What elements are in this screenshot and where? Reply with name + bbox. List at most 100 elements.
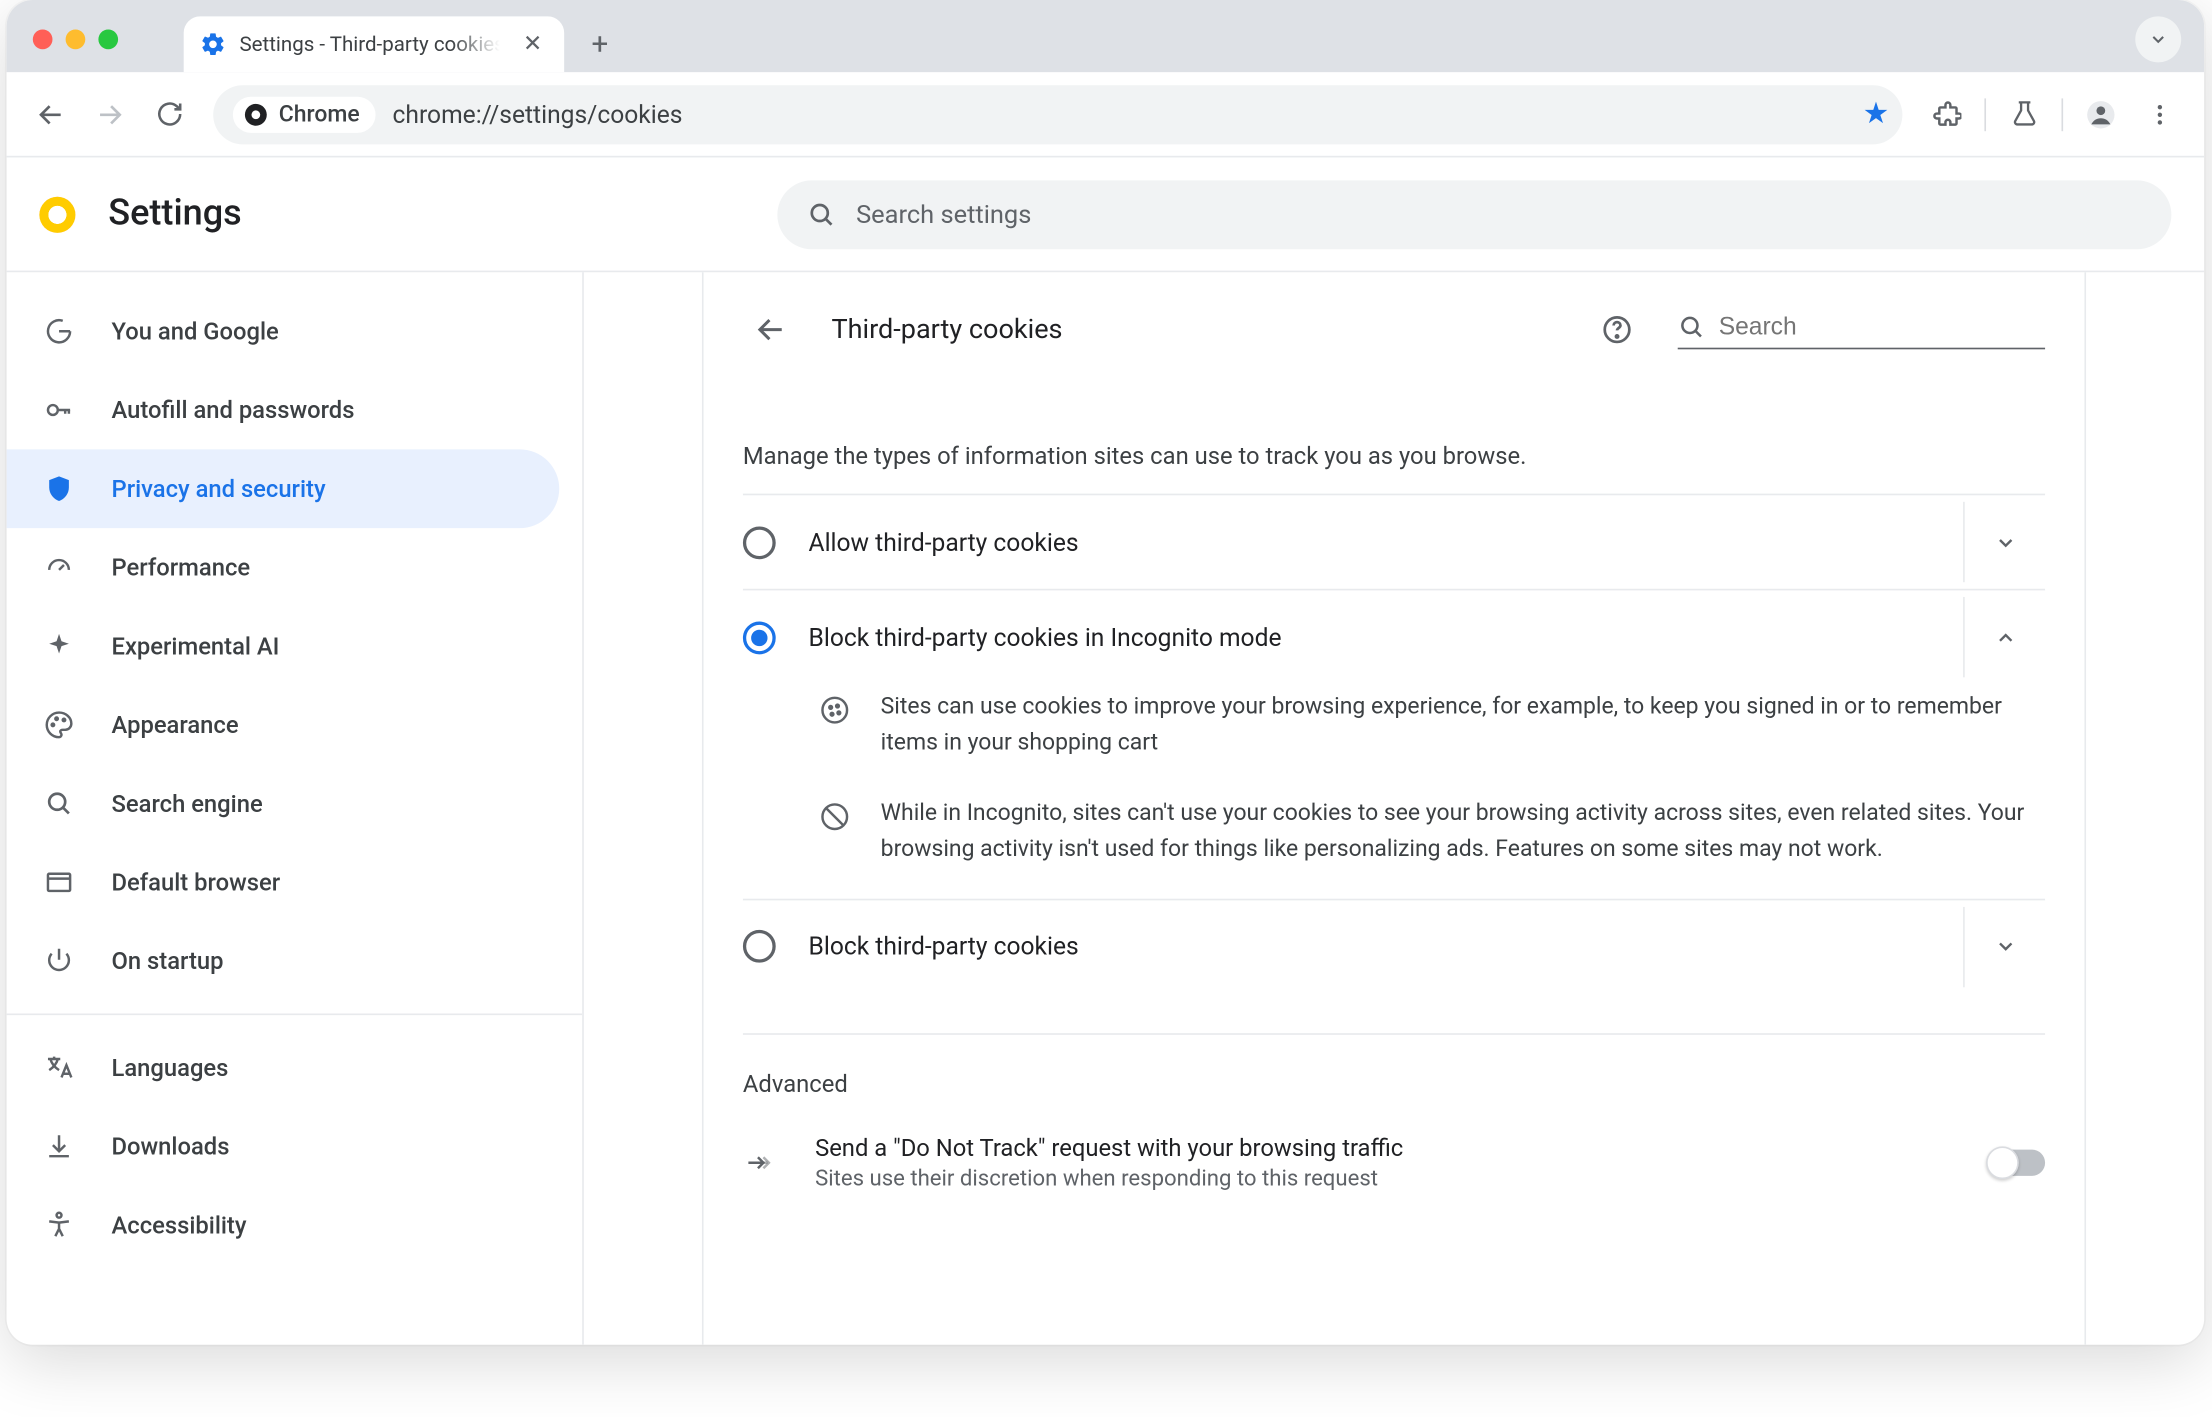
- sidebar-item-default-browser[interactable]: Default browser: [7, 843, 560, 922]
- window-controls: [33, 30, 118, 50]
- minimize-window-button[interactable]: [66, 30, 86, 50]
- panel-title: Third-party cookies: [831, 314, 1062, 345]
- settings-app-title: Settings: [108, 194, 242, 235]
- omnibox[interactable]: Chrome chrome://settings/cookies ★: [213, 84, 1902, 143]
- sidebar-item-label: Privacy and security: [112, 475, 326, 503]
- search-icon: [1678, 313, 1706, 341]
- bookmark-star-icon[interactable]: ★: [1863, 97, 1889, 131]
- detail-text: Sites can use cookies to improve your br…: [881, 690, 2045, 761]
- sidebar-item-label: Experimental AI: [112, 632, 280, 660]
- expand-button[interactable]: [1963, 907, 2045, 987]
- forward-button[interactable]: [82, 86, 138, 142]
- sidebar-item-label: Search engine: [112, 790, 263, 818]
- option-allow-third-party[interactable]: Allow third-party cookies: [743, 494, 2045, 589]
- do-not-track-toggle[interactable]: [1989, 1150, 2045, 1176]
- omnibox-provider-chip[interactable]: Chrome: [233, 96, 376, 132]
- settings-search-box[interactable]: Search settings: [777, 180, 2171, 249]
- sidebar-item-label: Autofill and passwords: [112, 396, 355, 424]
- send-arrow-icon: [743, 1147, 779, 1180]
- settings-sidebar: You and Google Autofill and passwords Pr…: [7, 272, 584, 1345]
- sidebar-item-on-startup[interactable]: On startup: [7, 922, 560, 1001]
- back-button[interactable]: [23, 86, 79, 142]
- sidebar-item-accessibility[interactable]: Accessibility: [7, 1186, 560, 1265]
- collapse-button[interactable]: [1963, 597, 2045, 677]
- extensions-button[interactable]: [1919, 86, 1975, 142]
- titlebar: Settings - Third-party cookies ✕ +: [7, 0, 2205, 72]
- option-label: Block third-party cookies: [809, 932, 1931, 962]
- option-label: Block third-party cookies in Incognito m…: [809, 622, 1931, 652]
- sidebar-item-label: Performance: [112, 554, 251, 582]
- shield-icon: [43, 472, 76, 505]
- window-icon: [43, 866, 76, 899]
- sparkle-icon: [43, 630, 76, 663]
- sidebar-item-label: Appearance: [112, 711, 239, 739]
- key-icon: [43, 394, 76, 427]
- new-tab-button[interactable]: +: [577, 21, 623, 67]
- sidebar-item-autofill[interactable]: Autofill and passwords: [7, 371, 560, 450]
- sidebar-item-label: On startup: [112, 947, 224, 975]
- detail-text: While in Incognito, sites can't use your…: [881, 798, 2045, 869]
- radio-button[interactable]: [743, 526, 776, 559]
- search-icon: [43, 787, 76, 820]
- panel-back-button[interactable]: [743, 302, 799, 358]
- google-g-icon: [43, 315, 76, 348]
- speedometer-icon: [43, 551, 76, 584]
- close-window-button[interactable]: [33, 30, 53, 50]
- maximize-window-button[interactable]: [98, 30, 118, 50]
- sidebar-item-search-engine[interactable]: Search engine: [7, 764, 560, 843]
- tab-search-button[interactable]: [2135, 16, 2181, 62]
- search-icon: [807, 199, 837, 229]
- chrome-icon: [243, 101, 269, 127]
- sidebar-item-you-and-google[interactable]: You and Google: [7, 292, 560, 371]
- panel-search-box[interactable]: [1678, 310, 2045, 349]
- settings-header: Settings Search settings: [7, 157, 2205, 272]
- tab-title: Settings - Third-party cookies: [239, 32, 504, 57]
- settings-search-placeholder: Search settings: [856, 199, 1031, 229]
- option-block-incognito[interactable]: Block third-party cookies in Incognito m…: [743, 589, 2045, 684]
- content-panel: Third-party cookies Manage the types of …: [702, 272, 2086, 1345]
- tab-close-button[interactable]: ✕: [518, 31, 548, 57]
- chrome-menu-button[interactable]: [2132, 86, 2188, 142]
- help-button[interactable]: [1589, 302, 1645, 358]
- sidebar-item-appearance[interactable]: Appearance: [7, 686, 560, 765]
- omnibox-provider-label: Chrome: [279, 101, 360, 127]
- sidebar-item-downloads[interactable]: Downloads: [7, 1107, 560, 1186]
- accessibility-icon: [43, 1209, 76, 1242]
- setting-title: Send a "Do Not Track" request with your …: [815, 1134, 1953, 1162]
- chrome-logo-icon: [39, 196, 75, 232]
- omnibox-url: chrome://settings/cookies: [393, 99, 683, 129]
- sidebar-item-label: You and Google: [112, 317, 279, 345]
- sidebar-item-experimental-ai[interactable]: Experimental AI: [7, 607, 560, 686]
- expand-button[interactable]: [1963, 502, 2045, 582]
- profile-button[interactable]: [2073, 86, 2129, 142]
- sidebar-item-privacy[interactable]: Privacy and security: [7, 449, 560, 528]
- cookie-icon: [818, 694, 851, 762]
- sidebar-item-label: Downloads: [112, 1132, 230, 1160]
- option-block-third-party[interactable]: Block third-party cookies: [743, 898, 2045, 993]
- translate-icon: [43, 1051, 76, 1084]
- sidebar-item-languages[interactable]: Languages: [7, 1028, 560, 1107]
- block-icon: [818, 801, 851, 869]
- option-label: Allow third-party cookies: [809, 527, 1931, 557]
- settings-favicon: [200, 31, 226, 57]
- setting-subtitle: Sites use their discretion when respondi…: [815, 1166, 1953, 1192]
- browser-toolbar: Chrome chrome://settings/cookies ★: [7, 72, 2205, 157]
- do-not-track-row[interactable]: Send a "Do Not Track" request with your …: [743, 1112, 2045, 1215]
- power-icon: [43, 945, 76, 978]
- radio-button[interactable]: [743, 930, 776, 963]
- advanced-label: Advanced: [743, 1033, 2045, 1099]
- sidebar-item-performance[interactable]: Performance: [7, 528, 560, 607]
- sidebar-item-label: Accessibility: [112, 1211, 247, 1239]
- browser-tab[interactable]: Settings - Third-party cookies ✕: [184, 16, 564, 72]
- panel-intro: Manage the types of information sites ca…: [743, 443, 2045, 471]
- download-icon: [43, 1130, 76, 1163]
- option-detail: While in Incognito, sites can't use your…: [743, 791, 2045, 898]
- sidebar-item-label: Default browser: [112, 868, 281, 896]
- radio-button[interactable]: [743, 621, 776, 654]
- panel-search-input[interactable]: [1719, 313, 2045, 341]
- sidebar-item-label: Languages: [112, 1054, 229, 1082]
- option-detail: Sites can use cookies to improve your br…: [743, 684, 2045, 791]
- labs-button[interactable]: [1996, 86, 2052, 142]
- palette-icon: [43, 708, 76, 741]
- reload-button[interactable]: [141, 86, 197, 142]
